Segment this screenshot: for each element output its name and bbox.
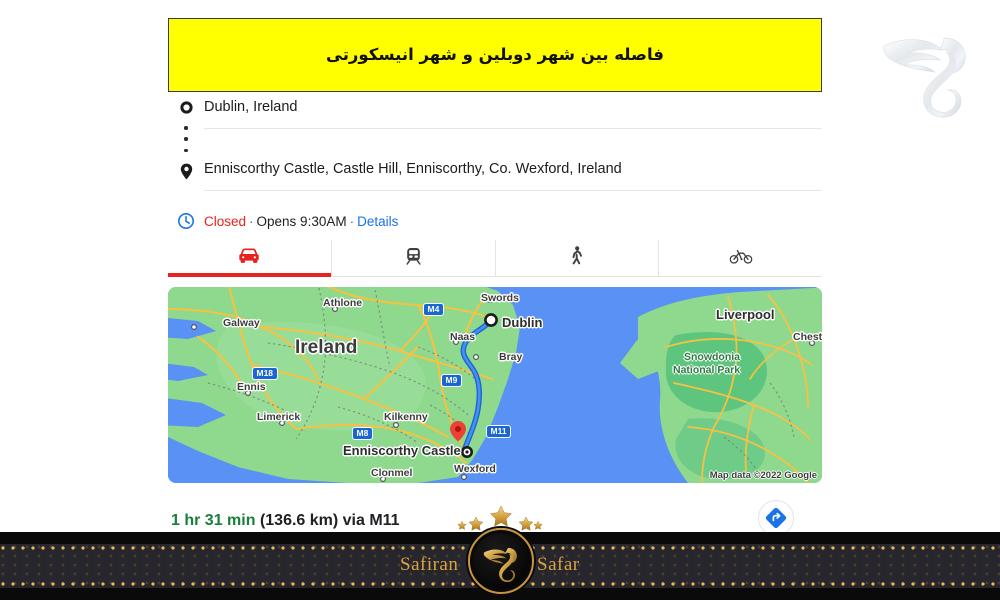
title-banner: فاصله بین شهر دوبلین و شهر انیسکورتی xyxy=(168,18,822,92)
destination-label: Enniscorthy Castle, Castle Hill, Ennisco… xyxy=(204,160,822,192)
origin-circle-icon xyxy=(168,98,204,114)
hours-separator-2: · xyxy=(349,213,355,229)
motorway-shield: M8 xyxy=(352,427,373,441)
destination-row[interactable]: Enniscorthy Castle, Castle Hill, Ennisco… xyxy=(168,160,822,198)
hours-separator-1: · xyxy=(249,213,254,229)
active-tab-indicator xyxy=(168,273,331,277)
tab-walking[interactable] xyxy=(496,240,660,276)
origin-label: Dublin, Ireland xyxy=(204,98,822,130)
destination-pin-icon xyxy=(168,160,204,180)
travel-mode-tabs xyxy=(168,240,822,277)
details-link[interactable]: Details xyxy=(357,214,398,229)
opening-hours-row: Closed · Opens 9:30AM · Details xyxy=(168,204,822,238)
tab-indicator xyxy=(496,273,659,277)
directions-card: فاصله بین شهر دوبلین و شهر انیسکورتی Dub… xyxy=(168,18,822,556)
opens-at-text: Opens 9:30AM xyxy=(256,213,347,229)
footer-logo xyxy=(468,528,534,594)
tab-indicator xyxy=(332,273,495,277)
map-attribution: Map data ©2022 Google xyxy=(709,470,817,481)
motorway-shield: M11 xyxy=(486,425,512,439)
motorway-shield: M9 xyxy=(441,374,462,388)
tab-cycling[interactable] xyxy=(659,240,822,276)
car-icon xyxy=(238,247,260,269)
walk-icon xyxy=(570,246,583,270)
motorway-shield: M4 xyxy=(423,303,444,317)
brand-watermark xyxy=(872,18,982,123)
tab-driving[interactable] xyxy=(168,240,332,277)
duration-distance-text: 1 hr 31 min (136.6 km) via M11 xyxy=(168,500,400,530)
opening-hours-text: Closed · Opens 9:30AM · Details xyxy=(204,214,398,229)
motorway-shield: M18 xyxy=(252,367,278,381)
train-icon xyxy=(406,247,421,270)
footer-brand-left: Safiran xyxy=(400,554,459,575)
duration-value: 1 hr 31 min xyxy=(171,512,256,529)
page-title: فاصله بین شهر دوبلین و شهر انیسکورتی xyxy=(326,45,664,65)
tab-transit[interactable] xyxy=(332,240,496,276)
status-badge: Closed xyxy=(204,213,247,229)
directions-arrow-icon xyxy=(758,500,794,536)
tab-indicator xyxy=(659,273,822,277)
map-canvas xyxy=(168,287,822,483)
origin-row[interactable]: Dublin, Ireland xyxy=(168,98,822,136)
route-endpoints: Dublin, Ireland Enniscorthy Castle, Cast… xyxy=(168,92,822,198)
distance-via-value: (136.6 km) via M11 xyxy=(259,512,400,529)
route-map[interactable]: Ireland Galway Athlone Swords Dublin Naas Bray… xyxy=(168,287,822,483)
bicycle-icon xyxy=(729,248,753,269)
route-dots-icon xyxy=(182,126,190,152)
clock-icon xyxy=(168,212,204,230)
footer-brand-right: Safar xyxy=(537,554,580,575)
winged-s-icon xyxy=(483,547,517,582)
